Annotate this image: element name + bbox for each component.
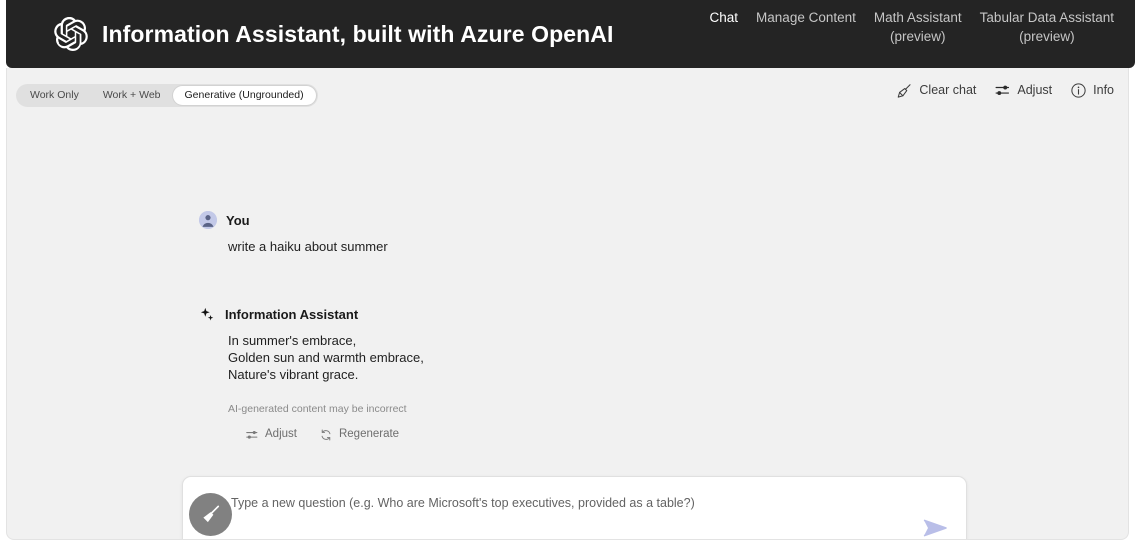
nav-item-math-assistant[interactable]: Math Assistant (preview) [865,4,971,50]
user-avatar-icon [199,211,217,229]
broom-icon [898,84,911,98]
mode-work-only[interactable]: Work Only [18,86,91,105]
adjust-button[interactable]: Adjust [994,82,1052,99]
mode-segmented-control: Work Only Work + Web Generative (Ungroun… [16,84,318,107]
page-title: Information Assistant, built with Azure … [102,20,614,47]
nav-item-manage-content-label: Manage Content [756,10,856,25]
mode-generative-ungrounded[interactable]: Generative (Ungrounded) [172,86,316,105]
nav-item-tabular-data-assistant[interactable]: Tabular Data Assistant (preview) [971,4,1123,50]
main-panel: Work Only Work + Web Generative (Ungroun… [6,68,1129,540]
user-message-author: You [226,212,250,228]
main-nav: Chat Manage Content Math Assistant (prev… [701,4,1123,50]
message-regenerate-label: Regenerate [338,428,400,441]
app-root: Information Assistant, built with Azure … [0,0,1135,546]
app-header: Information Assistant, built with Azure … [6,0,1135,68]
assistant-message-author: Information Assistant [225,306,359,322]
nav-item-tabular-data-assistant-preview: (preview) [1019,29,1075,44]
ai-disclaimer: AI-generated content may be incorrect [228,403,407,415]
assistant-message-text: In summer's embrace, Golden sun and warm… [228,333,424,382]
openai-logo-icon [54,17,88,51]
chat-message-assistant: Information Assistant In summer's embrac… [199,304,424,442]
nav-item-chat-label: Chat [709,10,739,25]
message-regenerate-button[interactable]: Regenerate [319,428,399,442]
info-circle-icon [1071,83,1086,98]
send-button[interactable] [918,513,952,539]
refresh-icon [321,429,331,441]
nav-item-math-assistant-label: Math Assistant [873,10,962,25]
send-arrow-icon [923,519,947,537]
clear-chat-label: Clear chat [919,83,977,98]
chat-toolbar: Work Only Work + Web Generative (Ungroun… [7,68,1128,120]
user-message-header: You [199,210,388,230]
mode-work-plus-web[interactable]: Work + Web [91,86,173,105]
message-adjust-button[interactable]: Adjust [245,428,297,442]
chat-message-user: You write a haiku about summer [199,210,388,255]
sliders-icon [246,431,258,439]
nav-item-manage-content[interactable]: Manage Content [747,4,865,31]
adjust-label: Adjust [1017,83,1053,98]
sliders-icon [995,85,1010,96]
chat-thread: You write a haiku about summer Informati… [7,120,1128,539]
info-label: Info [1093,83,1114,98]
broom-circle-icon[interactable] [189,493,232,536]
info-button[interactable]: Info [1070,82,1114,99]
nav-item-math-assistant-preview: (preview) [890,29,946,44]
chat-composer [182,476,967,539]
nav-item-chat[interactable]: Chat [701,4,748,31]
toolbar-actions: Clear chat Adjust Info [896,82,1114,99]
user-message-text: write a haiku about summer [228,239,388,254]
clear-chat-button[interactable]: Clear chat [896,82,976,99]
assistant-message-header: Information Assistant [199,304,424,324]
chat-input[interactable] [231,496,896,510]
broom-icon [203,505,220,523]
brand: Information Assistant, built with Azure … [54,17,613,51]
assistant-message-actions: Adjust Regenerate [245,428,424,442]
sparkle-icon [200,307,214,320]
message-adjust-label: Adjust [265,428,297,441]
nav-item-tabular-data-assistant-label: Tabular Data Assistant [979,10,1114,25]
